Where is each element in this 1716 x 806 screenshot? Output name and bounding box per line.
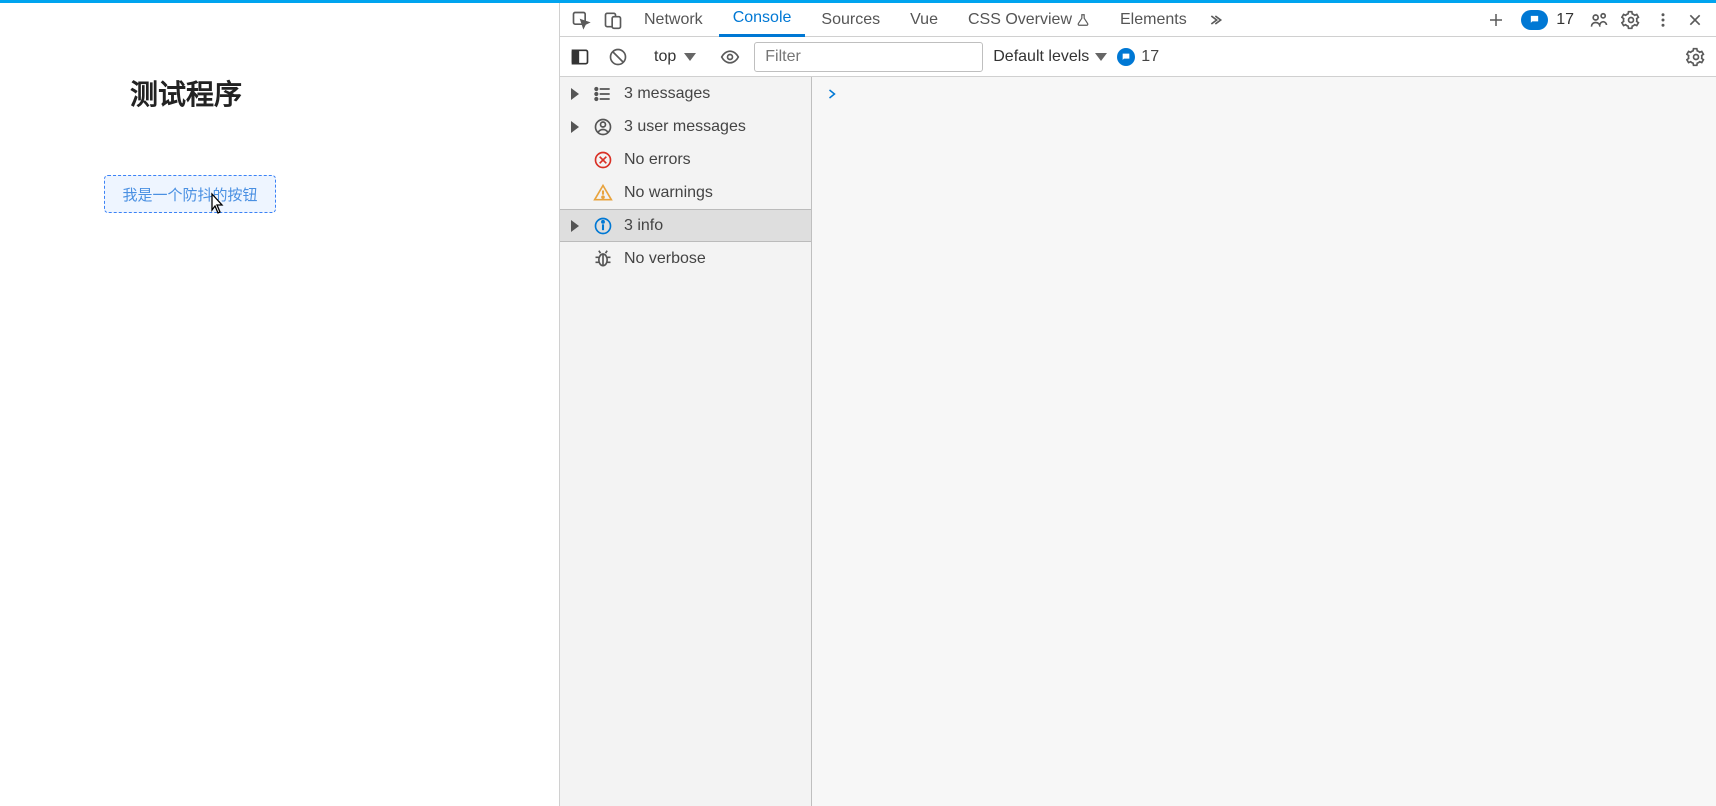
console-toolbar: top Default levels 17 xyxy=(560,37,1716,77)
issues-badge[interactable]: 17 xyxy=(1521,10,1574,30)
add-tab-icon[interactable] xyxy=(1481,5,1511,35)
list-icon xyxy=(592,84,614,104)
info-icon xyxy=(592,216,614,236)
debounce-button[interactable]: 我是一个防抖的按钮 xyxy=(104,175,276,213)
sidebar-row-verbose[interactable]: No verbose xyxy=(560,242,811,275)
sidebar-row-info[interactable]: 3 info xyxy=(560,209,811,242)
expander-icon xyxy=(571,220,579,232)
console-prompt-icon xyxy=(826,87,838,101)
expander-icon xyxy=(571,88,579,100)
issues-count: 17 xyxy=(1556,11,1574,29)
log-levels-selector[interactable]: Default levels xyxy=(993,48,1107,66)
page-title: 测试程序 xyxy=(130,73,242,113)
sidebar-user-messages-label: 3 user messages xyxy=(624,118,746,136)
filter-input[interactable] xyxy=(754,42,983,72)
devtools-panel: Network Console Sources Vue CSS Overview… xyxy=(560,3,1716,806)
kebab-menu-icon[interactable] xyxy=(1648,5,1678,35)
expander-icon xyxy=(571,121,579,133)
sidebar-row-errors[interactable]: No errors xyxy=(560,143,811,176)
console-settings-icon[interactable] xyxy=(1682,43,1710,71)
sidebar-row-user-messages[interactable]: 3 user messages xyxy=(560,110,811,143)
context-selector-label: top xyxy=(654,48,676,66)
flask-icon xyxy=(1076,13,1090,27)
console-sidebar: 3 messages 3 user messages No errors xyxy=(560,77,812,806)
clear-console-icon[interactable] xyxy=(604,43,632,71)
device-toolbar-icon[interactable] xyxy=(598,5,628,35)
console-output-area[interactable] xyxy=(812,77,1716,806)
settings-icon[interactable] xyxy=(1616,5,1646,35)
context-selector[interactable]: top xyxy=(642,42,706,72)
console-body: 3 messages 3 user messages No errors xyxy=(560,77,1716,806)
user-icon xyxy=(592,117,614,137)
more-tabs-icon[interactable] xyxy=(1203,5,1233,35)
toolbar-issues-count: 17 xyxy=(1141,48,1159,66)
toolbar-issues-badge[interactable]: 17 xyxy=(1117,48,1159,66)
tab-css-overview-label: CSS Overview xyxy=(968,11,1072,29)
sidebar-errors-label: No errors xyxy=(624,151,691,169)
bug-icon xyxy=(592,249,614,269)
page-viewport: 测试程序 我是一个防抖的按钮 xyxy=(0,3,560,806)
chevron-down-icon xyxy=(684,53,696,61)
sidebar-info-label: 3 info xyxy=(624,217,663,235)
sidebar-row-messages[interactable]: 3 messages xyxy=(560,77,811,110)
error-icon xyxy=(592,150,614,170)
sidebar-messages-label: 3 messages xyxy=(624,85,710,103)
tab-network[interactable]: Network xyxy=(630,3,717,37)
chevron-down-icon xyxy=(1095,53,1107,61)
toggle-sidebar-icon[interactable] xyxy=(566,43,594,71)
tab-sources[interactable]: Sources xyxy=(807,3,894,37)
sidebar-verbose-label: No verbose xyxy=(624,250,706,268)
close-devtools-icon[interactable] xyxy=(1680,5,1710,35)
log-levels-label: Default levels xyxy=(993,48,1089,66)
tab-vue[interactable]: Vue xyxy=(896,3,952,37)
live-expression-icon[interactable] xyxy=(716,43,744,71)
inspect-element-icon[interactable] xyxy=(566,5,596,35)
sidebar-row-warnings[interactable]: No warnings xyxy=(560,176,811,209)
feedback-icon[interactable] xyxy=(1584,5,1614,35)
sidebar-warnings-label: No warnings xyxy=(624,184,713,202)
devtools-tabstrip: Network Console Sources Vue CSS Overview… xyxy=(560,3,1716,37)
tab-css-overview[interactable]: CSS Overview xyxy=(954,3,1104,37)
tab-elements[interactable]: Elements xyxy=(1106,3,1201,37)
tab-console[interactable]: Console xyxy=(719,3,806,37)
warning-icon xyxy=(592,183,614,203)
